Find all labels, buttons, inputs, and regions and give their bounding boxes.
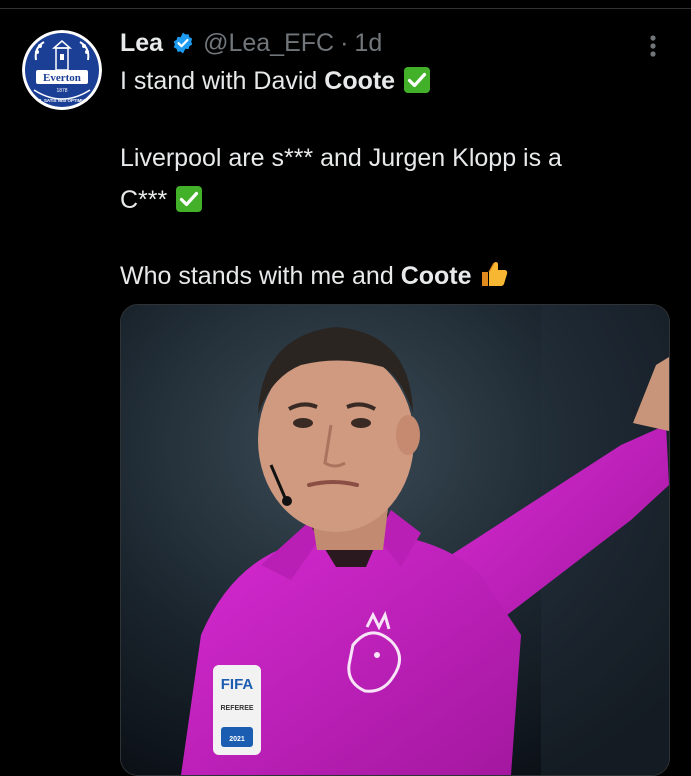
verified-badge-icon: [173, 32, 193, 54]
crest-year: 1878: [56, 88, 67, 94]
check-mark-emoji: [176, 186, 203, 212]
fifa-badge-sub: REFEREE: [220, 705, 253, 712]
more-options-icon[interactable]: [640, 30, 666, 62]
top-divider: [0, 8, 691, 9]
crest-name: Everton: [43, 72, 81, 84]
timestamp[interactable]: 1d: [354, 29, 382, 58]
tweet-text-line-1: I stand with David Coote: [120, 64, 431, 98]
referee-photo: FIFA REFEREE 2021: [121, 305, 669, 775]
tweet-header: Lea @Lea_EFC · 1d: [120, 26, 382, 60]
tweet-text-line-3: C***: [120, 183, 203, 217]
line1-bold: Coote: [324, 67, 396, 95]
handle[interactable]: @Lea_EFC: [203, 29, 334, 58]
tweet-text-line-2: Liverpool are s*** and Jurgen Klopp is a: [120, 144, 562, 172]
line4-bold: Coote: [400, 262, 472, 290]
everton-crest-icon: Everton 1878 NIL SATIS NISI OPTIMUM: [22, 30, 102, 110]
tweet-text-line-4: Who stands with me and Coote: [120, 258, 510, 293]
crest-motto: NIL SATIS NISI OPTIMUM: [36, 98, 89, 103]
line4-text: Who stands with me and: [120, 262, 401, 290]
fifa-badge-year: 2021: [229, 736, 245, 743]
thumbs-up-emoji: [481, 261, 507, 286]
check-mark-emoji: [404, 67, 431, 93]
line1-text: I stand with David: [120, 67, 325, 95]
separator: ·: [340, 28, 349, 57]
display-name[interactable]: Lea: [120, 29, 163, 58]
tweet-media-image[interactable]: FIFA REFEREE 2021: [120, 304, 670, 776]
avatar[interactable]: Everton 1878 NIL SATIS NISI OPTIMUM: [22, 30, 102, 110]
fifa-badge-text: FIFA: [221, 676, 254, 693]
line3-text: C***: [120, 186, 168, 214]
